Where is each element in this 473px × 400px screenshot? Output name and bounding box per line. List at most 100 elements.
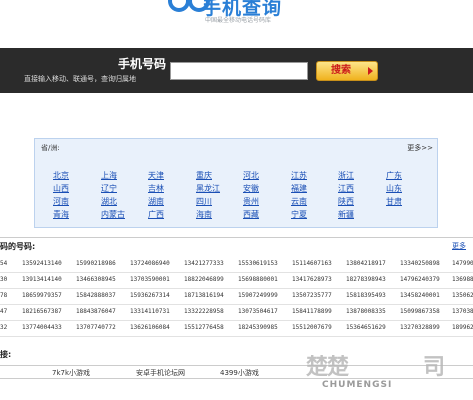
province-link[interactable]: 贵州	[243, 196, 259, 207]
province-link[interactable]: 山东	[386, 183, 402, 194]
province-panel: 省/洲: 更多>> 北京 上海 天津 重庆 河北 江苏 浙江 广东 山西 辽宁 吉林 黑龙江 安徽 福建 江…	[34, 138, 438, 228]
phone-number-cell[interactable]: 15530619153	[238, 260, 278, 267]
number-table-title: 码的号码:	[0, 242, 36, 251]
phone-number-cell[interactable]: 18216567387	[22, 308, 62, 315]
province-link[interactable]: 广东	[386, 170, 402, 181]
arrow-right-icon	[368, 67, 373, 75]
phone-number-cell[interactable]: 18659979357	[22, 292, 62, 299]
province-link[interactable]: 江西	[338, 183, 354, 194]
phone-number-cell[interactable]: 137038	[452, 308, 473, 315]
phone-number-cell[interactable]: 13878008335	[346, 308, 386, 315]
province-link[interactable]: 黑龙江	[196, 183, 220, 194]
phone-number-cell[interactable]: 15114607163	[292, 260, 332, 267]
province-link[interactable]: 吉林	[148, 183, 164, 194]
phone-number-cell[interactable]: 15698880001	[238, 276, 278, 283]
province-link[interactable]: 浙江	[338, 170, 354, 181]
province-link[interactable]: 北京	[53, 170, 69, 181]
province-link[interactable]: 湖南	[148, 196, 164, 207]
search-button[interactable]: 搜索	[316, 61, 378, 81]
phone-number-cell[interactable]: 15512007679	[292, 324, 332, 331]
phone-number-cell[interactable]: 13913414140	[22, 276, 62, 283]
phone-number-cell: 54	[0, 260, 8, 267]
phone-number-cell[interactable]: 15364651629	[346, 324, 386, 331]
phone-number-cell[interactable]: 13592413140	[22, 260, 62, 267]
province-link[interactable]: 新疆	[338, 209, 354, 220]
phone-number-cell: 32	[0, 324, 8, 331]
phone-number-cell[interactable]: 13417628973	[292, 276, 332, 283]
search-button-label: 搜索	[331, 65, 351, 76]
phone-number-cell[interactable]: 13466308945	[76, 276, 116, 283]
phone-number-cell: 47	[0, 308, 8, 315]
number-more-link[interactable]: 更多	[452, 241, 466, 251]
province-link[interactable]: 云南	[291, 196, 307, 207]
phone-number-cell[interactable]: 18713816194	[184, 292, 224, 299]
province-link[interactable]: 陕西	[338, 196, 354, 207]
phone-number-cell[interactable]: 15936267314	[130, 292, 170, 299]
phone-number-cell[interactable]: 13507235777	[292, 292, 332, 299]
province-link[interactable]: 内蒙古	[101, 209, 125, 220]
phone-number-cell: 78	[0, 292, 8, 299]
phone-number-cell[interactable]: 18843876047	[76, 308, 116, 315]
phone-number-cell[interactable]: 13804218917	[346, 260, 386, 267]
province-more-link[interactable]: 更多>>	[407, 143, 433, 153]
phone-number-cell[interactable]: 18278398943	[346, 276, 386, 283]
table-row-divider	[0, 304, 473, 305]
phone-number-cell[interactable]: 136988	[452, 276, 473, 283]
phone-number-cell[interactable]: 15099867358	[400, 308, 440, 315]
province-link[interactable]: 河北	[243, 170, 259, 181]
phone-number-cell[interactable]: 14796240379	[400, 276, 440, 283]
friend-link[interactable]: 7k7k小游戏	[52, 368, 90, 378]
province-link[interactable]: 重庆	[196, 170, 212, 181]
province-link[interactable]: 海南	[196, 209, 212, 220]
province-link[interactable]: 青海	[53, 209, 69, 220]
phone-number-cell[interactable]: 18822046899	[184, 276, 224, 283]
province-link[interactable]: 湖北	[101, 196, 117, 207]
phone-number-cell[interactable]: 15842888037	[76, 292, 116, 299]
phone-number-cell[interactable]: 13340250898	[400, 260, 440, 267]
province-link[interactable]: 福建	[291, 183, 307, 194]
watermark-text: CHUMENGSI	[322, 380, 393, 390]
phone-number-cell[interactable]: 13774004433	[22, 324, 62, 331]
phone-number-cell[interactable]: 13421277333	[184, 260, 224, 267]
phone-number-cell[interactable]: 13458240001	[400, 292, 440, 299]
friend-link[interactable]: 4399小游戏	[220, 368, 259, 378]
search-title: 手机号码	[118, 57, 167, 71]
phone-number-cell[interactable]: 13724086940	[130, 260, 170, 267]
province-link[interactable]: 四川	[196, 196, 212, 207]
province-link[interactable]: 山西	[53, 183, 69, 194]
logo-subtitle: 中国最全移动电话号码库	[205, 17, 272, 24]
province-link[interactable]: 西藏	[243, 209, 259, 220]
phone-number-cell[interactable]: 189962	[452, 324, 473, 331]
province-link[interactable]: 上海	[101, 170, 117, 181]
province-link[interactable]: 江苏	[291, 170, 307, 181]
phone-number-cell[interactable]: 13703590001	[130, 276, 170, 283]
phone-number-cell[interactable]: 15818395493	[346, 292, 386, 299]
phone-number-cell[interactable]: 13322228958	[184, 308, 224, 315]
province-link[interactable]: 河南	[53, 196, 69, 207]
phone-number-cell[interactable]: 15990218986	[76, 260, 116, 267]
number-table-header: 码的号码: 更多	[0, 237, 473, 253]
phone-number-cell[interactable]: 13270328899	[400, 324, 440, 331]
phone-number-cell[interactable]: 13314110731	[130, 308, 170, 315]
province-link[interactable]: 安徽	[243, 183, 259, 194]
friend-link[interactable]: 安卓手机论坛网	[136, 368, 185, 378]
province-link[interactable]: 广西	[148, 209, 164, 220]
phone-number-cell[interactable]: 147990	[452, 260, 473, 267]
phone-number-cell[interactable]: 18245390985	[238, 324, 278, 331]
site-header: 手机查询 中国最全移动电话号码库	[0, 0, 473, 48]
table-row-divider	[0, 336, 473, 337]
province-link[interactable]: 宁夏	[291, 209, 307, 220]
watermark-logo: 楚楚	[306, 355, 349, 380]
province-link[interactable]: 甘肃	[386, 196, 402, 207]
province-link[interactable]: 天津	[148, 170, 164, 181]
phone-number-cell: 30	[0, 276, 8, 283]
phone-number-input[interactable]	[170, 62, 308, 80]
phone-number-cell[interactable]: 15907249999	[238, 292, 278, 299]
phone-number-cell[interactable]: 15512776458	[184, 324, 224, 331]
phone-number-cell[interactable]: 15841178899	[292, 308, 332, 315]
phone-number-cell[interactable]: 135062	[452, 292, 473, 299]
phone-number-cell[interactable]: 13073504617	[238, 308, 278, 315]
phone-number-cell[interactable]: 13707740772	[76, 324, 116, 331]
phone-number-cell[interactable]: 13626106084	[130, 324, 170, 331]
province-link[interactable]: 辽宁	[101, 183, 117, 194]
